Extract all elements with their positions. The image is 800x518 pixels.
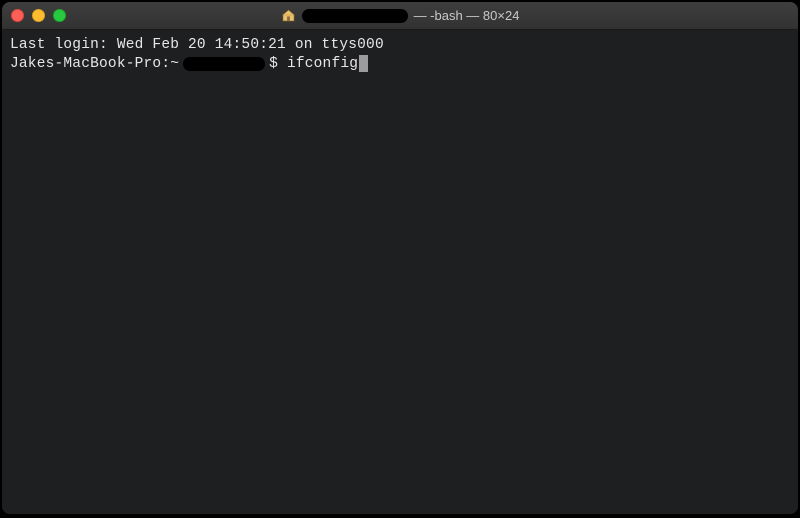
terminal-body[interactable]: Last login: Wed Feb 20 14:50:21 on ttys0… bbox=[2, 30, 798, 514]
home-folder-icon bbox=[281, 8, 296, 23]
window-title: — -bash — 80×24 bbox=[2, 8, 798, 23]
minimize-button[interactable] bbox=[32, 9, 45, 22]
titlebar[interactable]: — -bash — 80×24 bbox=[2, 2, 798, 30]
redacted-user bbox=[183, 57, 265, 71]
typed-command: ifconfig bbox=[287, 55, 358, 74]
last-login-text: Last login: Wed Feb 20 14:50:21 on ttys0… bbox=[10, 36, 384, 55]
prompt-line: Jakes-MacBook-Pro:~ $ ifconfig bbox=[10, 55, 790, 74]
terminal-cursor bbox=[359, 55, 368, 72]
terminal-window: — -bash — 80×24 Last login: Wed Feb 20 1… bbox=[2, 2, 798, 514]
close-button[interactable] bbox=[11, 9, 24, 22]
prompt-symbol: $ bbox=[269, 55, 287, 74]
last-login-line: Last login: Wed Feb 20 14:50:21 on ttys0… bbox=[10, 36, 790, 55]
prompt-host: Jakes-MacBook-Pro:~ bbox=[10, 55, 179, 74]
window-title-text: — -bash — 80×24 bbox=[414, 8, 520, 23]
window-controls bbox=[11, 9, 66, 22]
zoom-button[interactable] bbox=[53, 9, 66, 22]
redacted-username bbox=[302, 9, 408, 23]
